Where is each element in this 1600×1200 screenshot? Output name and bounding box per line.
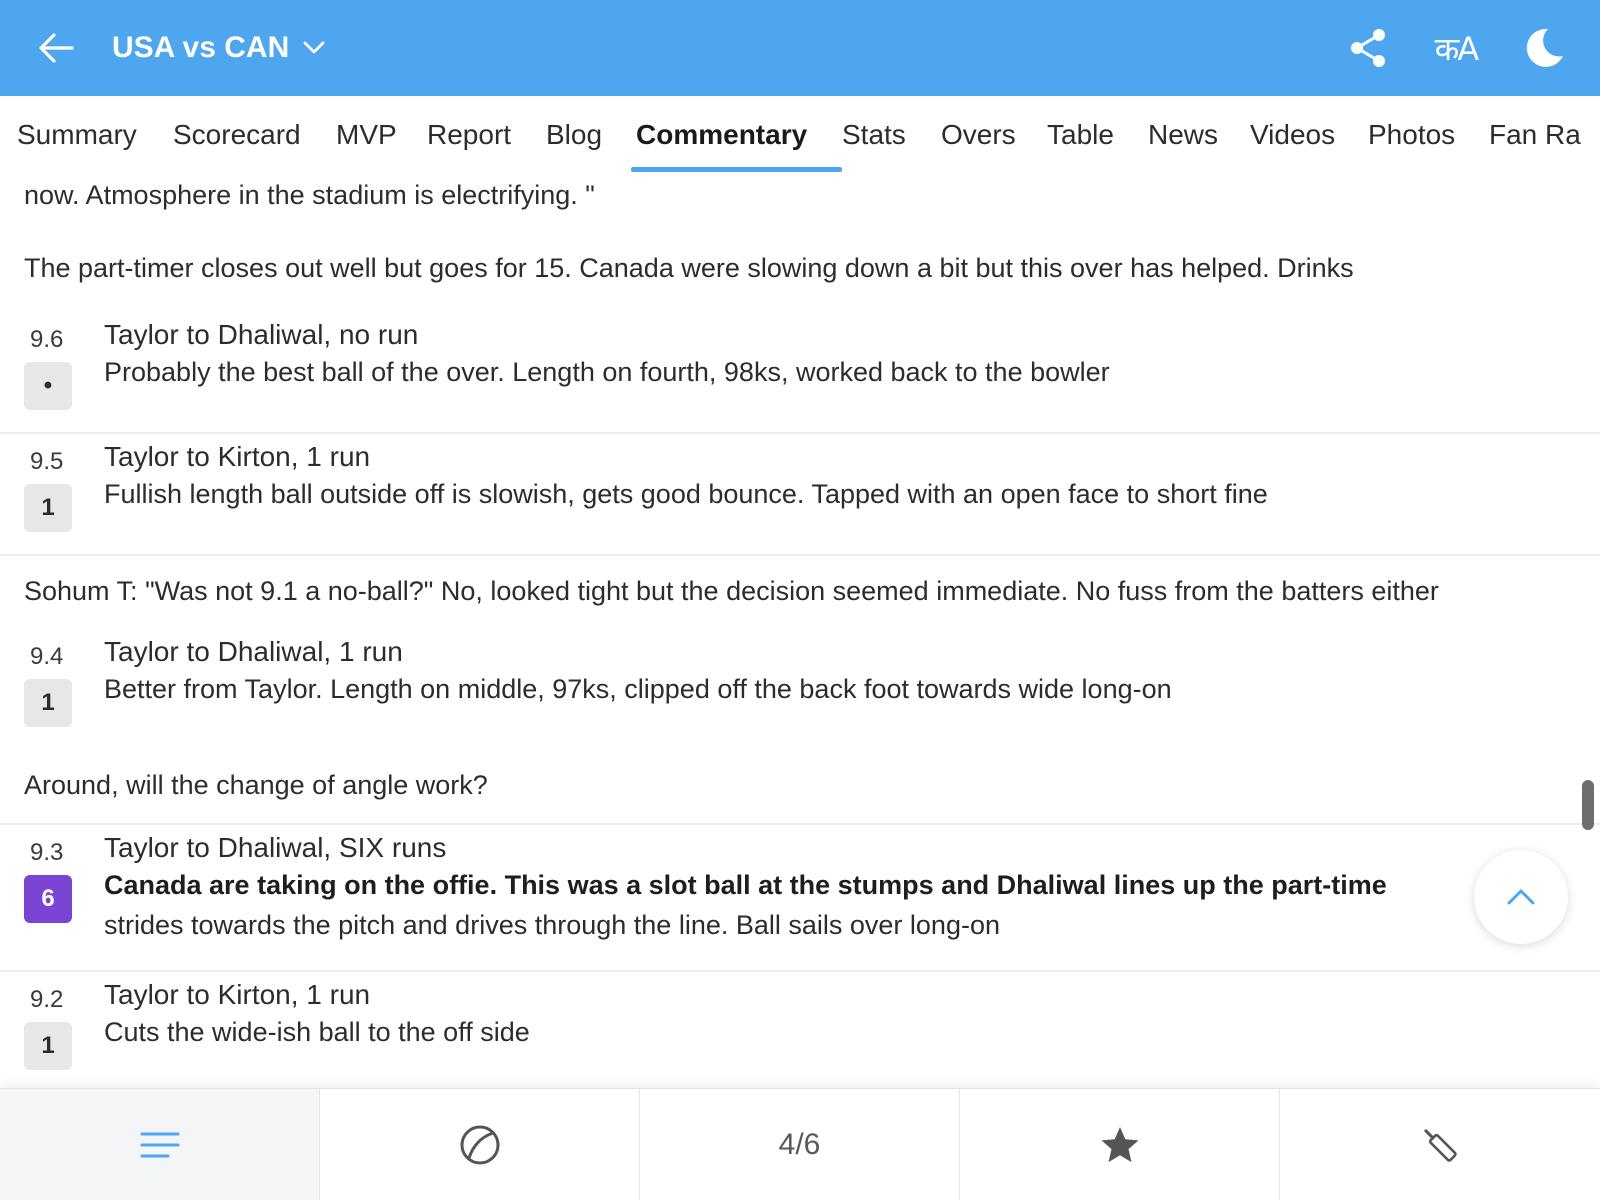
ball-headline: Taylor to Kirton, 1 run xyxy=(104,441,371,472)
tab-stats[interactable]: Stats xyxy=(842,96,906,174)
tab-summary[interactable]: Summary xyxy=(17,96,137,174)
over-number: 9.2 xyxy=(30,986,64,1013)
share-icon[interactable] xyxy=(1342,22,1394,74)
commentary-note: Sohum T: "Was not 9.1 a no-ball?" No, lo… xyxy=(24,576,1439,606)
divider xyxy=(0,554,1600,556)
tab-commentary[interactable]: Commentary xyxy=(636,96,807,174)
pager-text: 4/6 xyxy=(778,1128,821,1161)
commentary-lines-icon xyxy=(140,1132,179,1158)
over-number: 9.3 xyxy=(30,839,64,866)
bottom-toolbar: 4/6 xyxy=(0,1088,1600,1200)
tab-mvp[interactable]: MVP xyxy=(336,96,397,174)
match-title: USA vs CAN xyxy=(112,31,290,64)
over-number: 9.5 xyxy=(30,448,64,475)
run-badge: 1 xyxy=(24,484,72,532)
active-tab-indicator xyxy=(631,167,842,172)
tab-table[interactable]: Table xyxy=(1047,96,1114,174)
divider xyxy=(0,970,1600,972)
run-badge: 1 xyxy=(24,1022,72,1070)
commentary-feed[interactable]: now. Atmosphere in the stadium is electr… xyxy=(0,174,1600,1088)
dark-mode-moon-icon[interactable] xyxy=(1518,22,1570,74)
run-badge: • xyxy=(24,362,72,410)
ball-description-highlight: Canada are taking on the offie. This was… xyxy=(104,865,1387,905)
tab-report[interactable]: Report xyxy=(427,96,511,174)
tab-photos[interactable]: Photos xyxy=(1368,96,1455,174)
match-title-dropdown[interactable]: USA vs CAN xyxy=(112,28,325,68)
over-number: 9.6 xyxy=(30,326,64,353)
ball-description: strides towards the pitch and drives thr… xyxy=(104,910,1000,940)
bat-icon xyxy=(1424,1129,1457,1162)
scrollbar-thumb[interactable] xyxy=(1582,780,1594,830)
tab-videos[interactable]: Videos xyxy=(1250,96,1335,174)
language-toggle-icon[interactable]: कA xyxy=(1430,22,1482,74)
divider xyxy=(0,432,1600,434)
ball-description: Probably the best ball of the over. Leng… xyxy=(104,357,1110,387)
ball-headline: Taylor to Dhaliwal, no run xyxy=(104,319,419,350)
tab-blog[interactable]: Blog xyxy=(546,96,602,174)
star-icon xyxy=(1101,1127,1138,1163)
ball-description: Fullish length ball outside off is slowi… xyxy=(104,479,1268,509)
chevron-up-icon xyxy=(1507,889,1535,905)
highlight-text: Canada are taking on the offie. This was… xyxy=(104,870,1387,900)
commentary-note: The part-timer closes out well but goes … xyxy=(24,253,1354,283)
tab-overs[interactable]: Overs xyxy=(941,96,1016,174)
six-badge: 6 xyxy=(24,875,72,923)
over-number: 9.4 xyxy=(30,643,64,670)
commentary-view-button[interactable] xyxy=(0,1089,320,1200)
filter-pager[interactable]: 4/6 xyxy=(640,1089,960,1200)
match-tabs: Summary Scorecard MVP Report Blog Commen… xyxy=(0,96,1600,174)
tab-news[interactable]: News xyxy=(1148,96,1218,174)
commentary-note: Around, will the change of angle work? xyxy=(24,770,488,800)
commentary-note: now. Atmosphere in the stadium is electr… xyxy=(24,180,595,210)
ball-headline: Taylor to Dhaliwal, SIX runs xyxy=(104,832,447,863)
tab-fan-ratings[interactable]: Fan Ra xyxy=(1489,96,1581,174)
ball-description: Cuts the wide-ish ball to the off side xyxy=(104,1017,530,1047)
chevron-down-icon xyxy=(303,41,325,55)
run-badge: 1 xyxy=(24,679,72,727)
key-moments-button[interactable] xyxy=(960,1089,1280,1200)
scroll-to-top-button[interactable] xyxy=(1474,850,1568,944)
ball-icon xyxy=(460,1125,499,1165)
ball-headline: Taylor to Dhaliwal, 1 run xyxy=(104,636,403,667)
language-glyph: कA xyxy=(1434,29,1479,68)
ball-filter-button[interactable] xyxy=(320,1089,640,1200)
ball-headline: Taylor to Kirton, 1 run xyxy=(104,979,371,1010)
ball-description: Better from Taylor. Length on middle, 97… xyxy=(104,674,1172,704)
divider xyxy=(0,823,1600,825)
tab-scorecard[interactable]: Scorecard xyxy=(173,96,301,174)
back-arrow-icon[interactable] xyxy=(36,28,76,68)
batting-view-button[interactable] xyxy=(1280,1089,1600,1200)
app-header: USA vs CAN कA xyxy=(0,0,1600,96)
